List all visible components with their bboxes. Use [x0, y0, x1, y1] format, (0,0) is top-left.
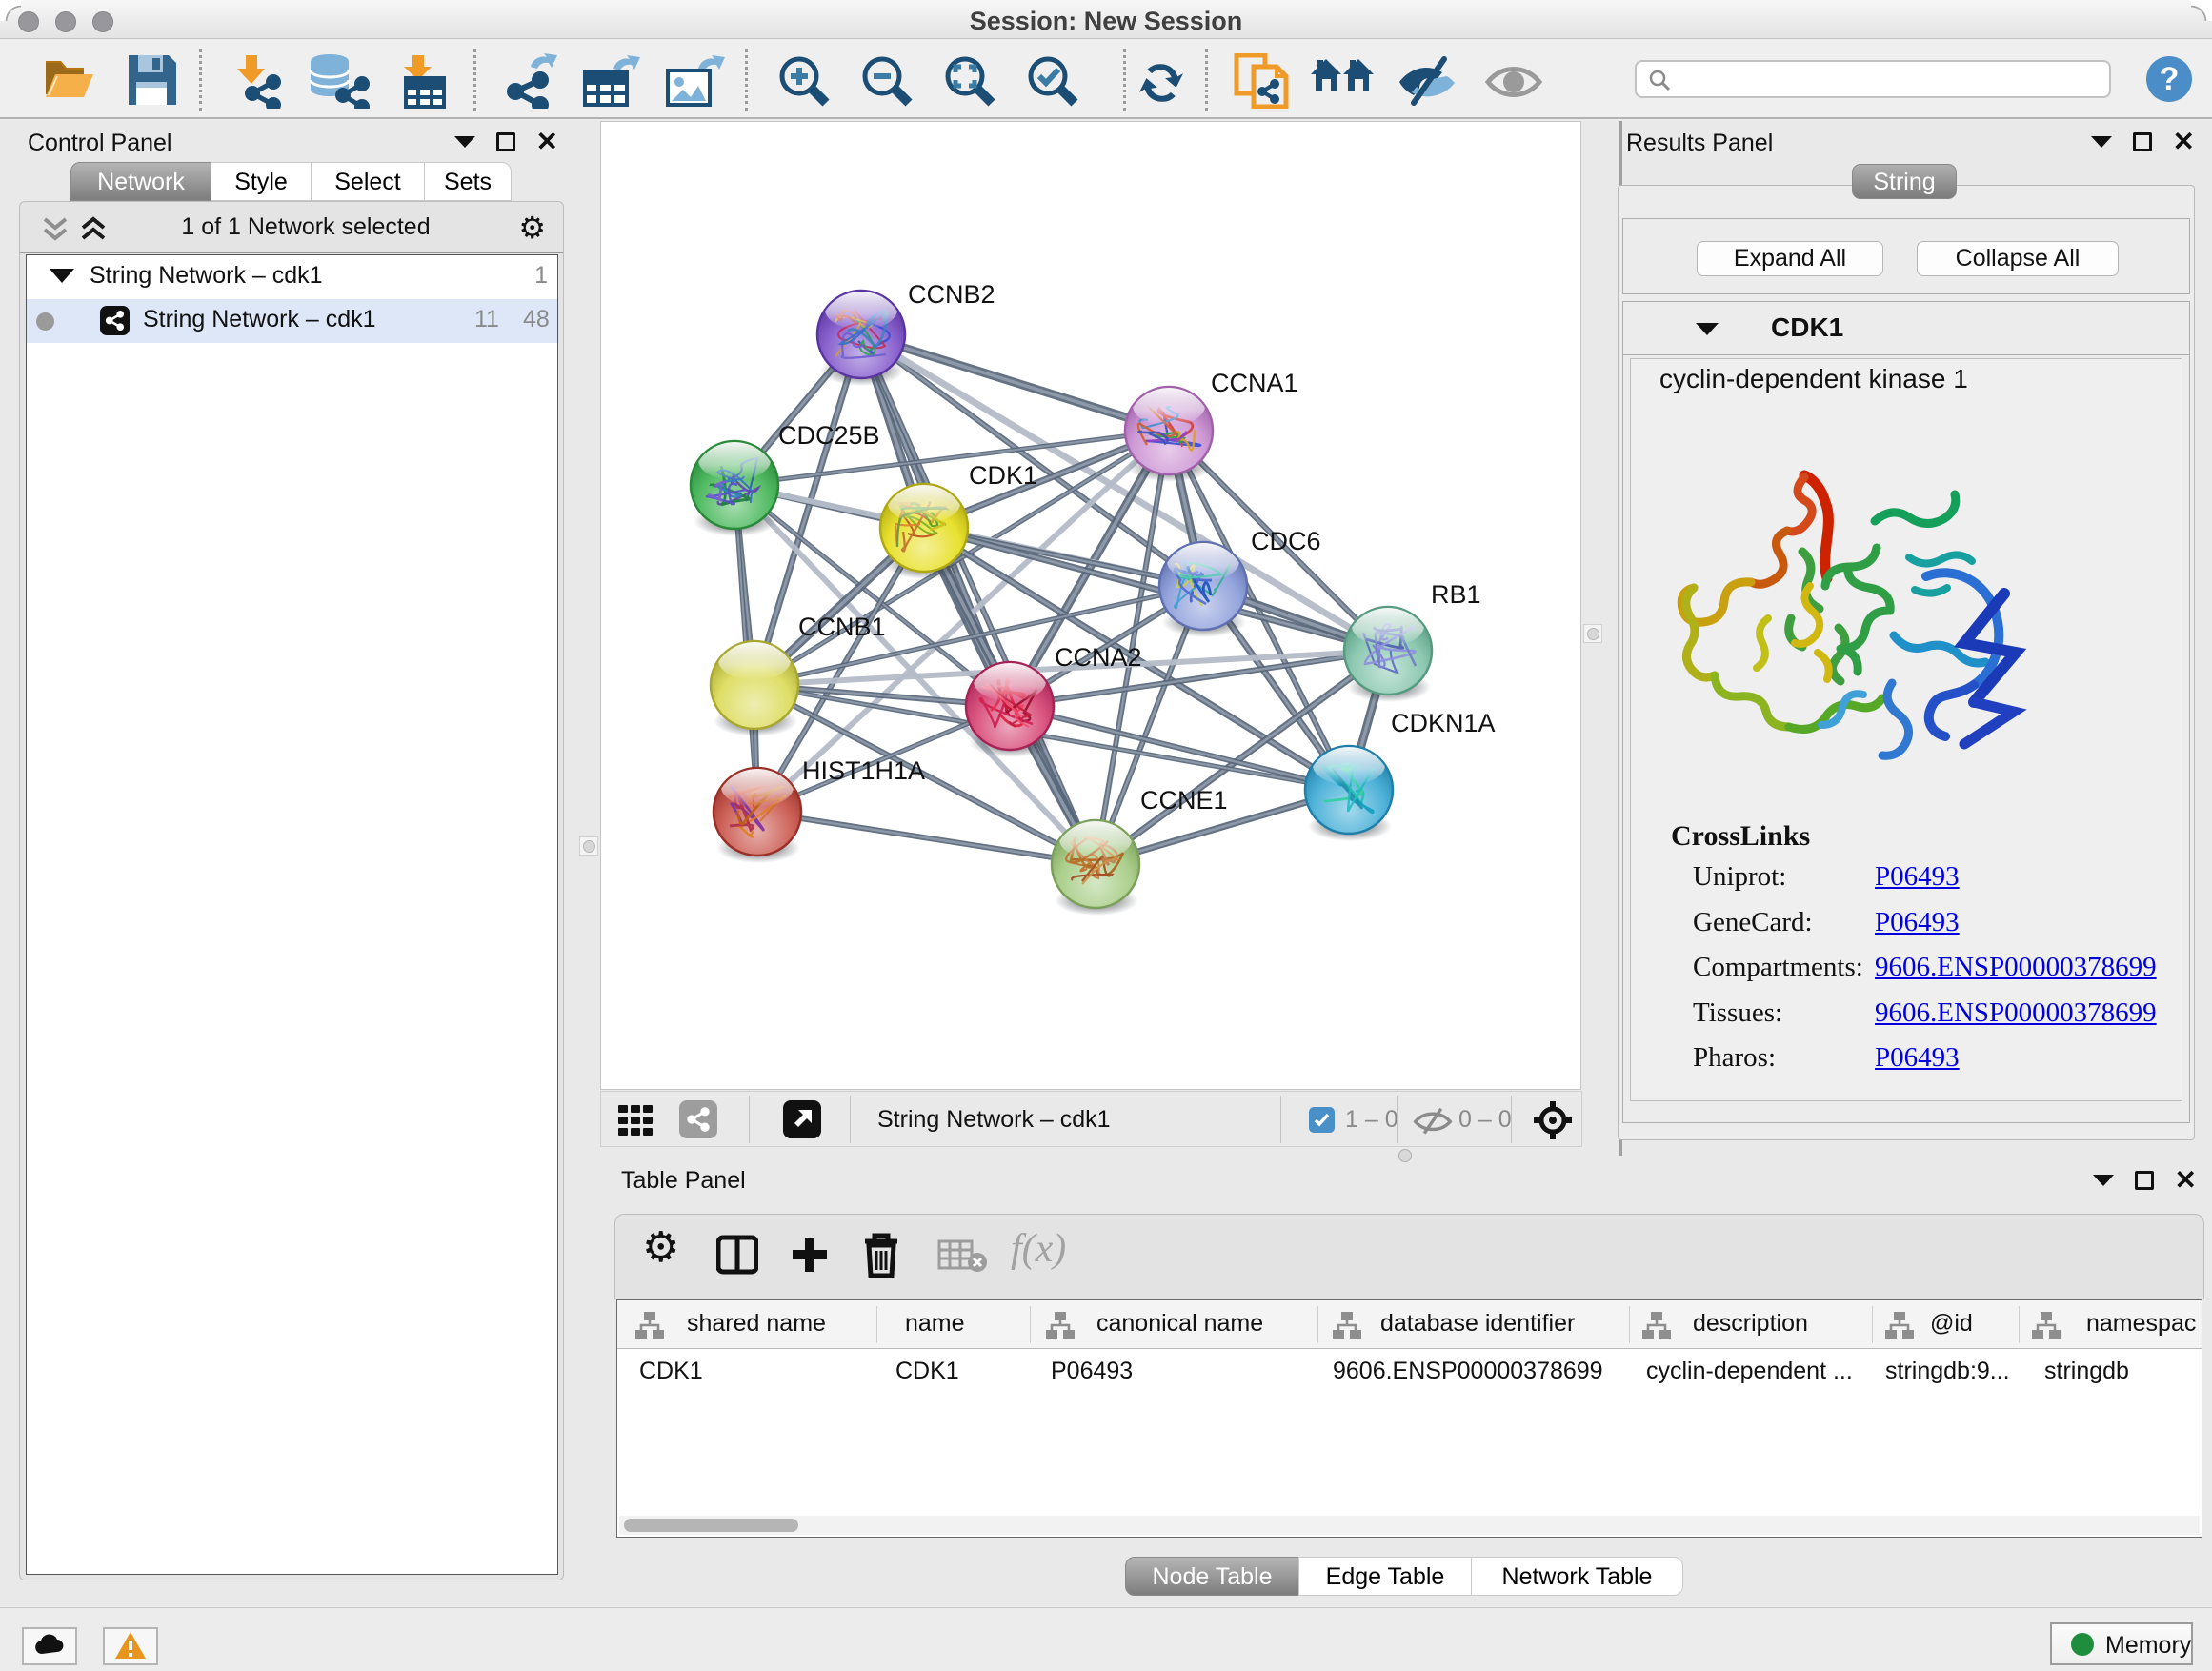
svg-text:HIST1H1A: HIST1H1A [802, 756, 925, 785]
svg-text:CCNE1: CCNE1 [1140, 786, 1228, 815]
svg-text:CCNA2: CCNA2 [1055, 643, 1142, 672]
svg-text:CCNB1: CCNB1 [798, 613, 886, 641]
svg-text:CCNA1: CCNA1 [1211, 369, 1298, 397]
svg-text:CCNB2: CCNB2 [908, 280, 995, 309]
svg-text:CDC25B: CDC25B [778, 421, 880, 450]
svg-text:CDC6: CDC6 [1251, 527, 1321, 555]
svg-text:CDKN1A: CDKN1A [1391, 709, 1496, 737]
svg-text:RB1: RB1 [1431, 580, 1481, 609]
svg-text:CDK1: CDK1 [969, 461, 1037, 490]
